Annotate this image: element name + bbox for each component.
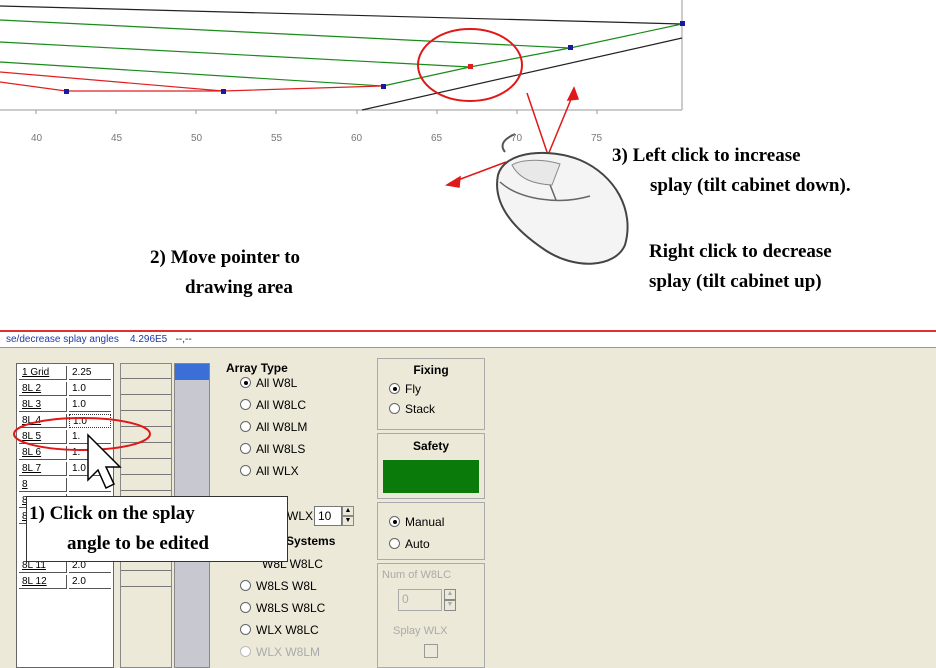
mouse-icon [496, 133, 629, 265]
radio-icon [389, 516, 400, 527]
radio-icon [240, 580, 251, 591]
fixing-option-fly[interactable]: Fly [389, 381, 421, 397]
green-ray-2 [0, 41, 571, 68]
wlx-count-input[interactable]: 10 [314, 506, 342, 526]
row-name: 8L 12 [19, 575, 67, 589]
fixing-option-stack[interactable]: Stack [389, 401, 435, 417]
x-tick-label: 60 [351, 133, 363, 144]
wlx-label: WLX [287, 509, 314, 523]
red-ray-2 [0, 81, 223, 92]
radio-icon [240, 443, 251, 454]
safety-title: Safety [412, 439, 450, 453]
x-tick-label: 55 [271, 133, 283, 144]
array-type-option-all-wlx[interactable]: All WLX [240, 463, 299, 479]
cabinet-point [381, 84, 386, 89]
radio-icon [389, 383, 400, 394]
row-highlight-ellipse [13, 417, 151, 451]
click-splay-callout-line1: 1) Click on the splay [29, 503, 195, 524]
radio-icon [389, 403, 400, 414]
instruction-callout: 1) Click on the splay angle to be edited [26, 496, 288, 562]
move-pointer-callout-line1: 2) Move pointer to [150, 247, 301, 268]
radio-icon [240, 377, 251, 388]
row-value[interactable]: 2.0 [69, 575, 111, 589]
mode-option-auto[interactable]: Auto [389, 536, 430, 552]
green-ray-3 [0, 61, 471, 87]
left-click-callout-line1: 3) Left click to increase [612, 145, 801, 166]
lower-black-ray [361, 37, 683, 111]
x-tick-label: 70 [511, 133, 523, 144]
right-click-callout-line1: Right click to decrease [649, 241, 832, 262]
systems-title: Systems [286, 534, 336, 548]
red-ray-1 [0, 71, 384, 92]
radio-icon [240, 646, 251, 657]
left-arrow-head [444, 175, 461, 188]
radio-icon [240, 624, 251, 635]
x-tick-label: 75 [591, 133, 603, 144]
array-type-title: Array Type [226, 361, 288, 375]
right-click-callout-line2: splay (tilt cabinet up) [649, 271, 822, 292]
up-arrow-head [566, 86, 580, 101]
drawing-area[interactable]: 40 45 50 55 60 65 70 75 2) Move pointer … [0, 0, 936, 330]
spin-up-button: ▲ [444, 589, 456, 600]
radio-icon [240, 421, 251, 432]
row-highlight-overlay [13, 417, 151, 490]
x-tick-label: 45 [111, 133, 123, 144]
click-splay-callout-line2: angle to be edited [67, 533, 209, 554]
left-click-callout-line2: splay (tilt cabinet down). [650, 175, 851, 196]
top-black-ray [0, 5, 683, 25]
divider-line [0, 330, 936, 332]
radio-icon [240, 602, 251, 613]
fixing-title: Fixing [413, 363, 449, 377]
green-ray-1 [0, 19, 683, 49]
systems-option[interactable]: W8LS W8LC [240, 600, 325, 616]
move-pointer-callout-line2: drawing area [185, 277, 293, 298]
pointer-cursor-icon [87, 433, 122, 490]
cabinet-point [568, 45, 573, 50]
num-w8lc-label: Num of W8LC [382, 569, 452, 581]
array-type-option-all-w8lc[interactable]: All W8LC [240, 397, 306, 413]
spin-down-button: ▼ [444, 600, 456, 611]
array-type-option-all-w8lm[interactable]: All W8LM [240, 419, 307, 435]
systems-option-disabled: WLX W8LM [240, 644, 320, 660]
systems-option[interactable]: WLX W8LC [240, 622, 319, 638]
spin-down-button[interactable]: ▼ [342, 516, 354, 526]
cabinet-point [64, 89, 69, 94]
splay-wlx-checkbox [424, 644, 438, 658]
cabinet-point [680, 21, 685, 26]
x-tick-label: 50 [191, 133, 203, 144]
mode-option-manual[interactable]: Manual [389, 514, 444, 530]
num-w8lc-input: 0 [398, 589, 442, 611]
selected-cabinet-point [468, 64, 473, 69]
arrow-line [526, 92, 549, 156]
x-tick-label: 40 [31, 133, 43, 144]
splay-wlx-label: Splay WLX [393, 625, 448, 637]
radio-icon [240, 399, 251, 410]
array-type-option-all-w8ls[interactable]: All W8LS [240, 441, 305, 457]
systems-option[interactable]: W8LS W8L [240, 578, 317, 594]
array-type-option-all-w8l[interactable]: All W8L [240, 375, 297, 391]
radio-icon [389, 538, 400, 549]
cabinet-point [221, 89, 226, 94]
safety-indicator [383, 460, 479, 493]
radio-icon [240, 465, 251, 476]
x-tick-label: 65 [431, 133, 443, 144]
spin-up-button[interactable]: ▲ [342, 506, 354, 516]
